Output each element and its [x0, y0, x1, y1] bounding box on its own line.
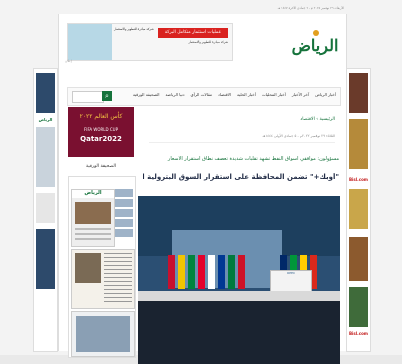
ad-label: إعلان	[65, 59, 72, 63]
left-banner-block	[36, 73, 55, 113]
top-date-strip: الأربعاء، ٢٦ نوفمبر ٢٠٢٥ م - ٦ جمادى الآ…	[277, 6, 344, 10]
main-nav-bar: أخبار الرياض آخر الأخبار أخبار المحليات …	[67, 87, 341, 106]
main-nav: أخبار الرياض آخر الأخبار أخبار المحليات …	[133, 92, 336, 97]
nav-item[interactable]: دنيا الرياضة	[166, 92, 185, 97]
header-ad-subtext: شركة مبادرة للتطوير والاستثمار	[188, 40, 228, 44]
world-cup-subtitle: FIFA WORLD CUP	[83, 127, 119, 132]
divider	[149, 142, 335, 143]
right-banner-book-2	[349, 119, 368, 169]
mini-page[interactable]	[115, 189, 133, 197]
mini-page[interactable]	[115, 229, 133, 237]
page-photo	[76, 316, 130, 352]
nav-item[interactable]: أخبار الحلية	[237, 92, 256, 97]
header-ad-logo-text: شركة مبادرة للتطوير والاستثمار	[114, 27, 154, 31]
photo-table	[138, 291, 340, 301]
left-banner-text	[36, 193, 55, 223]
mini-page[interactable]	[115, 219, 133, 227]
digital-edition-label[interactable]: الصحيفة الورقية	[68, 164, 134, 172]
header-ad-image	[68, 24, 112, 60]
nav-item[interactable]: أخبار المحليات	[262, 92, 286, 97]
search-icon[interactable]: ⌕	[102, 91, 112, 101]
text-line	[75, 233, 111, 235]
page-photo	[75, 253, 101, 283]
left-banner-block-2	[36, 229, 55, 289]
breadcrumb-home[interactable]: الرئيسية	[320, 117, 336, 122]
newspaper-page-2[interactable]	[71, 249, 135, 309]
right-banner-book-3	[349, 189, 368, 229]
article-date: الثلاثاء ٢٩ نوفمبر ٢٠٢٢م - ٥ جمادى الأول…	[262, 134, 335, 138]
world-cup-place: Qatar2022	[80, 135, 122, 143]
text-line	[75, 228, 111, 230]
breadcrumb-separator: ›	[314, 117, 319, 122]
right-banner-book-4	[349, 237, 368, 281]
header-ad[interactable]: شركة مبادرة للتطوير والاستثمار عمليات اس…	[67, 23, 233, 61]
header-ad-banner: عمليات استثمار متكامل البركة	[158, 28, 228, 38]
logo-text: الرياض	[291, 36, 339, 55]
left-banner-brand: الرياض	[38, 117, 53, 122]
newspaper-mini-pages	[115, 189, 133, 245]
world-cup-title: كأس العالم ٢٠٢٢	[79, 113, 123, 120]
site-logo[interactable]: الرياض	[289, 30, 341, 58]
article-kicker: مسؤولون: موافقي أسواق النفط تشهد تقلبات …	[167, 156, 339, 162]
page-content: الرياض شركة مبادرة للتطوير والاستثمار عم…	[58, 14, 347, 364]
text-line	[75, 238, 111, 240]
right-banner-book-1	[349, 73, 368, 113]
world-cup-banner[interactable]: كأس العالم ٢٠٢٢ FIFA WORLD CUP Qatar2022	[68, 107, 134, 157]
print-edition-thumbnails[interactable]: الرياض	[68, 176, 136, 358]
nav-item[interactable]: آخر الأخبار	[292, 92, 309, 97]
right-banner-book-5	[349, 287, 368, 327]
left-skyscraper-ad[interactable]: الرياض	[33, 68, 58, 352]
nav-item[interactable]: مقالات الرأي	[191, 92, 212, 97]
newspaper-cover[interactable]: الرياض	[71, 189, 115, 247]
newspaper-masthead: الرياض	[72, 190, 114, 198]
page-text	[104, 253, 132, 303]
left-banner-image	[36, 127, 55, 187]
article-photo[interactable]: OPEC	[138, 196, 340, 364]
breadcrumb: الرئيسية › الاقتصاد	[149, 117, 335, 126]
mini-page[interactable]	[115, 199, 133, 207]
newspaper-page-3[interactable]	[71, 311, 135, 357]
nav-item[interactable]: الصحيفة الورقية	[133, 92, 160, 97]
right-skyscraper-ad[interactable]: Bisl.com Bisl.com	[346, 68, 371, 352]
breadcrumb-section[interactable]: الاقتصاد	[300, 117, 315, 122]
mini-page[interactable]	[115, 209, 133, 217]
search-input[interactable]	[72, 91, 104, 103]
article-headline: "أوبك+" تضمن المحافظة على استقرار السوق …	[143, 173, 339, 181]
right-banner-brand-2: Bisl.com	[349, 331, 368, 336]
newspaper-photo	[75, 202, 111, 224]
nav-item[interactable]: أخبار الرياض	[315, 92, 336, 97]
right-banner-brand: Bisl.com	[349, 177, 368, 182]
browser-window: الأربعاء، ٢٦ نوفمبر ٢٠٢٥ م - ٦ جمادى الآ…	[0, 0, 402, 364]
nav-item[interactable]: الاقتصاد	[218, 92, 231, 97]
